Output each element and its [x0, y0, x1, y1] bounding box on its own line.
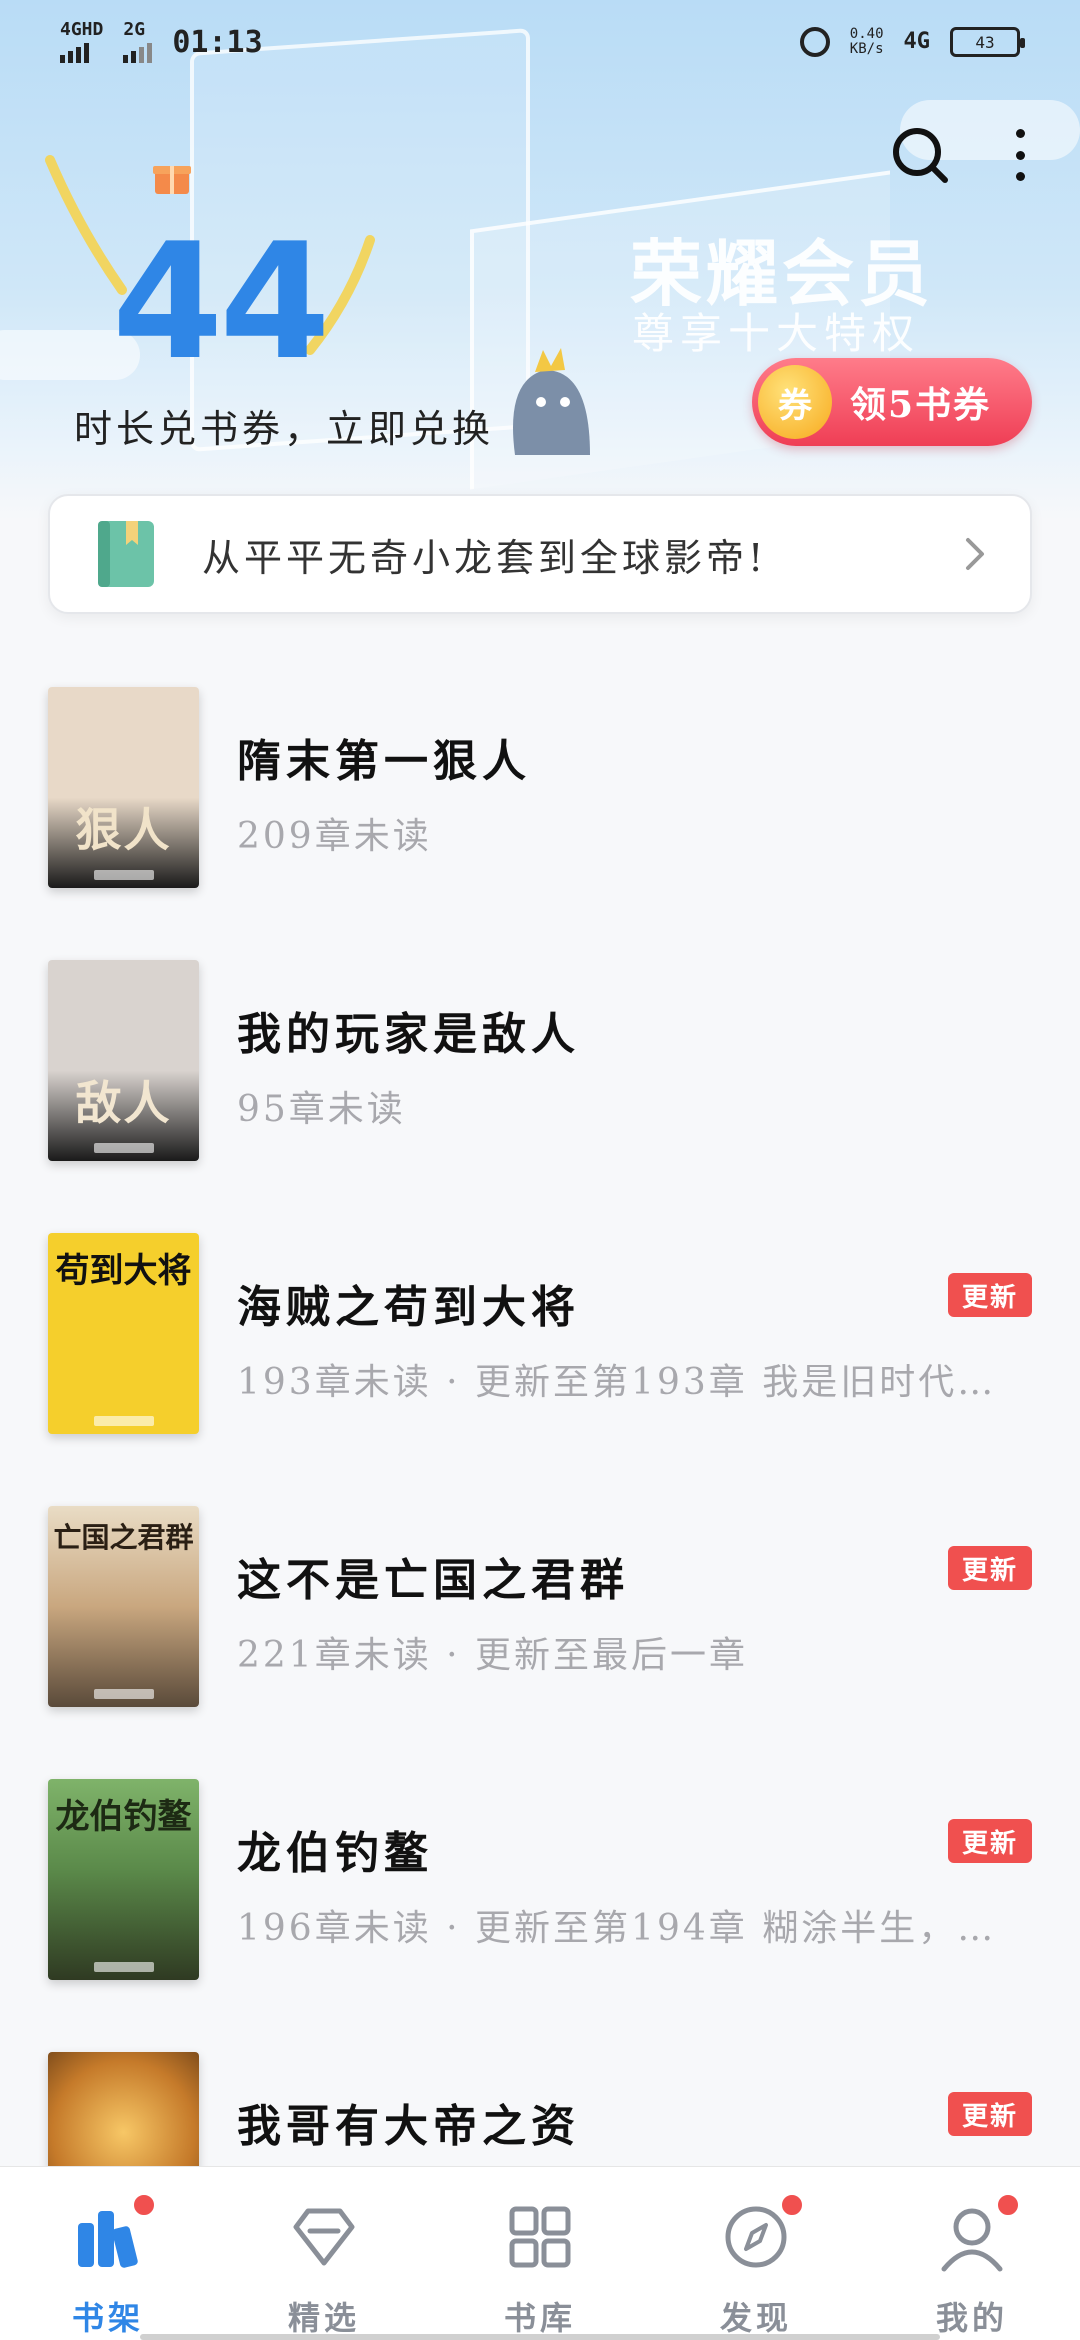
book-item[interactable]: 敌人 我的玩家是敌人 95章未读 [0, 960, 1080, 1233]
bookshelf-icon [72, 2193, 156, 2273]
battery-icon: 43 [950, 27, 1025, 57]
claim-coupon-label: 领5书券 [850, 384, 992, 426]
more-options-icon[interactable] [1010, 125, 1030, 185]
update-badge: 更新 [948, 1273, 1032, 1317]
coupon-icon: 券 [758, 365, 832, 439]
book-item[interactable]: 龙伯钓鳌 龙伯钓鳌 196章未读 · 更新至第194章 糊涂半生，… 更新 [0, 1779, 1080, 2052]
publisher-mark [93, 1962, 154, 1972]
network-type-label: 4GHD [60, 19, 104, 40]
book-cover[interactable]: 龙伯钓鳌 [48, 1779, 199, 1980]
grid-icon [504, 2201, 576, 2273]
cover-title-text: 狠人 [75, 803, 172, 857]
publisher-mark [93, 1689, 154, 1699]
nav-item-compass[interactable]: 发现 [676, 2193, 836, 2339]
publisher-mark [93, 1416, 154, 1426]
book-cover[interactable]: 亡国之君群 [48, 1506, 199, 1707]
cover-title-text: 亡国之君群 [53, 1521, 194, 1554]
book-info: 隋末第一狠人 209章未读 [237, 725, 1080, 859]
reading-hours-number[interactable]: 44 [112, 222, 331, 382]
nav-label: 书库 [503, 2299, 576, 2337]
book-read-status: 209章未读 [237, 816, 432, 857]
nav-label: 发现 [719, 2299, 792, 2337]
nav-label: 书架 [71, 2299, 144, 2337]
update-badge: 更新 [948, 1546, 1032, 1590]
status-left: 4GHD 2G 01:13 [60, 21, 263, 63]
chevron-right-icon [960, 534, 990, 574]
update-badge: 更新 [948, 1819, 1032, 1863]
signal-2: 2G [123, 19, 153, 63]
signal-icon [123, 39, 153, 63]
vip-banner: 4GHD 2G 01:13 0.40 KB/s 4G 43 44 时长兑书券，立… [0, 0, 1080, 520]
book-title: 我的玩家是敌人 [237, 1009, 580, 1060]
book-info: 我的玩家是敌人 95章未读 [237, 998, 1080, 1132]
book-cover[interactable]: 狠人 [48, 687, 199, 888]
bottom-navigation: 书架 精选 书库 发现 我的 [0, 2166, 1080, 2340]
signal-icon [60, 39, 89, 63]
book-read-status: 193章未读 · 更新至第193章 我是旧时代… [237, 1362, 997, 1403]
nav-item-bookshelf[interactable]: 书架 [28, 2193, 188, 2339]
status-bar: 4GHD 2G 01:13 0.40 KB/s 4G 43 [0, 0, 1080, 84]
bookshelf-list: 狠人 隋末第一狠人 209章未读 敌人 我的玩家是敌人 95章未读 苟到大将 海贼之苟到大将 1… [0, 687, 1080, 2325]
nav-item-grid[interactable]: 书库 [460, 2201, 620, 2339]
book-item[interactable]: 亡国之君群 这不是亡国之君群 221章未读 · 更新至最后一章 更新 [0, 1506, 1080, 1779]
network-type-label: 4G [903, 29, 931, 54]
update-badge: 更新 [948, 2092, 1032, 2136]
publisher-mark [93, 1143, 154, 1153]
signal-1: 4GHD [60, 21, 103, 63]
status-right: 0.40 KB/s 4G 43 [799, 27, 1025, 57]
speed-value: 0.40 [849, 26, 884, 42]
speed-unit: KB/s [849, 41, 884, 57]
gift-icon [152, 158, 192, 196]
recommendation-notice[interactable]: 从平平无奇小龙套到全球影帝! [48, 494, 1032, 614]
network-speed: 0.40 KB/s [850, 27, 884, 57]
home-indicator [140, 2334, 940, 2340]
book-read-status: 95章未读 [237, 1089, 406, 1130]
cover-title-text: 龙伯钓鳌 [55, 1797, 192, 1837]
nav-label: 精选 [287, 2299, 360, 2337]
notification-dot [780, 2193, 804, 2217]
book-icon [98, 521, 154, 587]
book-cover[interactable]: 苟到大将 [48, 1233, 199, 1434]
exchange-coupon-link[interactable]: 时长兑书券，立即兑换 > [74, 398, 546, 453]
book-read-status: 221章未读 · 更新至最后一章 [237, 1635, 749, 1676]
vip-subtitle: 尊享十大特权 [632, 309, 921, 358]
compass-icon [720, 2193, 804, 2273]
notification-dot [996, 2193, 1020, 2217]
book-item[interactable]: 苟到大将 海贼之苟到大将 193章未读 · 更新至第193章 我是旧时代… 更新 [0, 1233, 1080, 1506]
top-actions [890, 125, 1030, 185]
notification-dot [132, 2193, 156, 2217]
nav-item-profile[interactable]: 我的 [892, 2193, 1052, 2339]
book-item[interactable]: 狠人 隋末第一狠人 209章未读 [0, 687, 1080, 960]
diamond-icon [288, 2201, 360, 2273]
cover-title-text: 苟到大将 [55, 1251, 192, 1291]
mascot-icon [495, 340, 600, 460]
book-read-status: 196章未读 · 更新至第194章 糊涂半生，… [237, 1908, 997, 1949]
notice-text: 从平平无奇小龙套到全球影帝! [202, 535, 768, 580]
battery-level: 43 [975, 32, 995, 52]
network-type-label: 2G [123, 19, 146, 40]
nav-item-diamond[interactable]: 精选 [244, 2201, 404, 2339]
clock: 01:13 [172, 24, 263, 60]
nav-label: 我的 [935, 2299, 1008, 2337]
book-cover[interactable]: 敌人 [48, 960, 199, 1161]
profile-icon [936, 2193, 1020, 2273]
cover-title-text: 敌人 [75, 1076, 172, 1130]
claim-coupon-button[interactable]: 券 领5书券 [752, 358, 1032, 446]
search-icon[interactable] [890, 125, 950, 185]
alarm-icon [799, 27, 830, 57]
publisher-mark [93, 870, 154, 880]
book-title: 隋末第一狠人 [237, 736, 531, 787]
